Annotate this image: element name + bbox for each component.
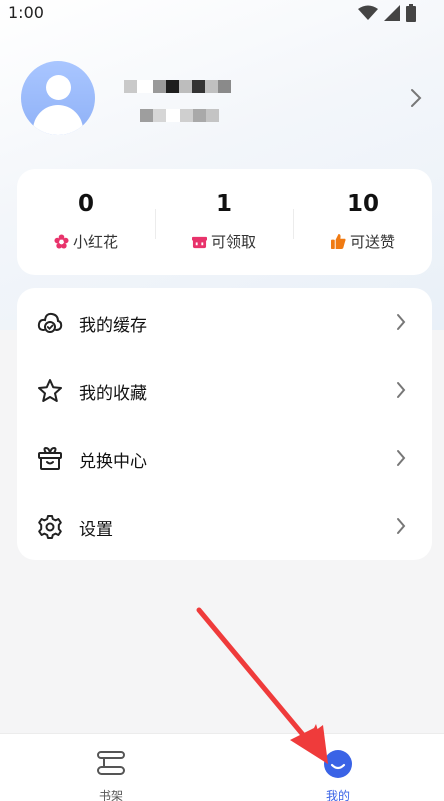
stat-value: 1 [215, 191, 232, 217]
chevron-right-icon[interactable] [410, 88, 422, 108]
stat-likes[interactable]: 10 可送赞 [294, 169, 432, 275]
chevron-right-icon [397, 314, 406, 330]
stat-label: 可送赞 [349, 233, 395, 251]
chevron-right-icon [397, 450, 406, 466]
status-icons [358, 4, 416, 22]
menu-label: 我的收藏 [79, 384, 147, 404]
stat-value: 10 [346, 191, 379, 217]
avatar[interactable] [21, 61, 95, 135]
nav-label: 书架 [98, 789, 123, 801]
stat-label-row: 可领取 [155, 231, 293, 252]
status-bar: 1:00 [0, 0, 444, 28]
stats-card: 0 小红花 1 可领取 10 可送赞 [17, 169, 432, 275]
wifi-icon [358, 5, 378, 20]
gift-icon [191, 236, 207, 249]
cache-icon [37, 312, 63, 333]
nav-label: 我的 [325, 789, 350, 801]
stat-label: 小红花 [72, 233, 118, 251]
user-id-masked [140, 109, 219, 122]
menu-item-cache[interactable]: 我的缓存 [17, 288, 432, 356]
nav-tab-me[interactable]: 我的 [278, 734, 398, 801]
username-masked [124, 80, 231, 93]
header-background [0, 0, 444, 330]
stat-flowers[interactable]: 0 小红花 [17, 169, 155, 275]
bottom-nav: 书架 我的 [0, 733, 444, 801]
menu-label: 兑换中心 [79, 452, 147, 472]
menu-label: 设置 [79, 520, 113, 540]
profile-header[interactable] [0, 58, 444, 140]
stat-label-row: 小红花 [17, 231, 155, 252]
battery-icon [406, 4, 416, 22]
nav-tab-bookshelf[interactable]: 书架 [51, 734, 171, 801]
status-time: 1:00 [8, 3, 44, 22]
menu-item-favorites[interactable]: 我的收藏 [17, 356, 432, 424]
stat-claimable[interactable]: 1 可领取 [155, 169, 293, 275]
flower-icon [54, 234, 69, 249]
menu-item-exchange[interactable]: 兑换中心 [17, 424, 432, 492]
chevron-right-icon [397, 382, 406, 398]
star-icon [38, 379, 62, 402]
thumbs-up-icon [330, 234, 346, 249]
chevron-right-icon [397, 518, 406, 534]
smile-icon [324, 750, 352, 778]
stat-value: 0 [77, 191, 94, 217]
gear-icon [38, 515, 62, 539]
stat-label: 可领取 [210, 233, 256, 251]
gift-box-icon [38, 446, 62, 470]
menu-card: 我的缓存 我的收藏 兑换中心 设置 [17, 288, 432, 560]
bookshelf-icon [97, 751, 125, 775]
stat-label-row: 可送赞 [294, 231, 432, 252]
menu-label: 我的缓存 [79, 316, 147, 336]
menu-item-settings[interactable]: 设置 [17, 492, 432, 560]
signal-icon [384, 5, 400, 21]
